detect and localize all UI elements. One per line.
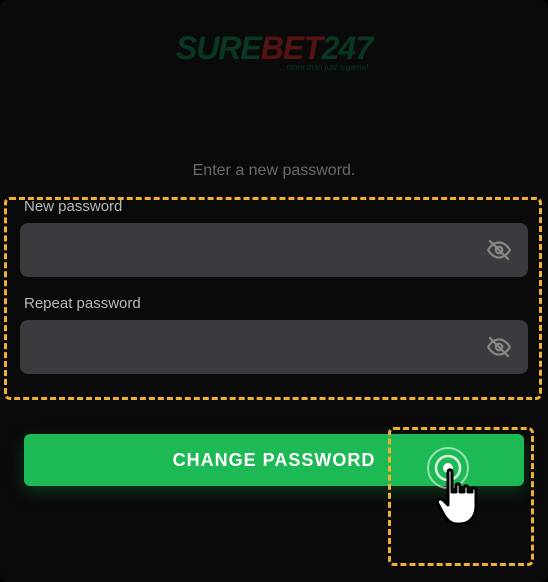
- new-password-label: New password: [20, 198, 528, 215]
- repeat-password-input[interactable]: [20, 320, 528, 374]
- new-password-field-group: New password: [20, 198, 528, 277]
- change-password-button[interactable]: CHANGE PASSWORD: [24, 434, 524, 486]
- new-password-input-wrapper: [20, 223, 528, 277]
- logo-text: SUREBET247: [20, 30, 528, 67]
- repeat-password-field-group: Repeat password: [20, 295, 528, 374]
- logo-part-bet: BET: [261, 30, 322, 66]
- instruction-text: Enter a new password.: [20, 162, 528, 180]
- repeat-password-label: Repeat password: [20, 295, 528, 312]
- logo-part-247: 247: [322, 30, 372, 66]
- repeat-password-input-wrapper: [20, 320, 528, 374]
- password-reset-panel: SUREBET247 ...more than just a game! Ent…: [0, 0, 548, 582]
- eye-off-icon[interactable]: [486, 237, 512, 263]
- brand-logo: SUREBET247 ...more than just a game!: [20, 30, 528, 72]
- new-password-input[interactable]: [20, 223, 528, 277]
- logo-part-sure: SURE: [176, 30, 261, 66]
- eye-off-icon[interactable]: [486, 334, 512, 360]
- logo-tagline: ...more than just a game!: [20, 63, 528, 72]
